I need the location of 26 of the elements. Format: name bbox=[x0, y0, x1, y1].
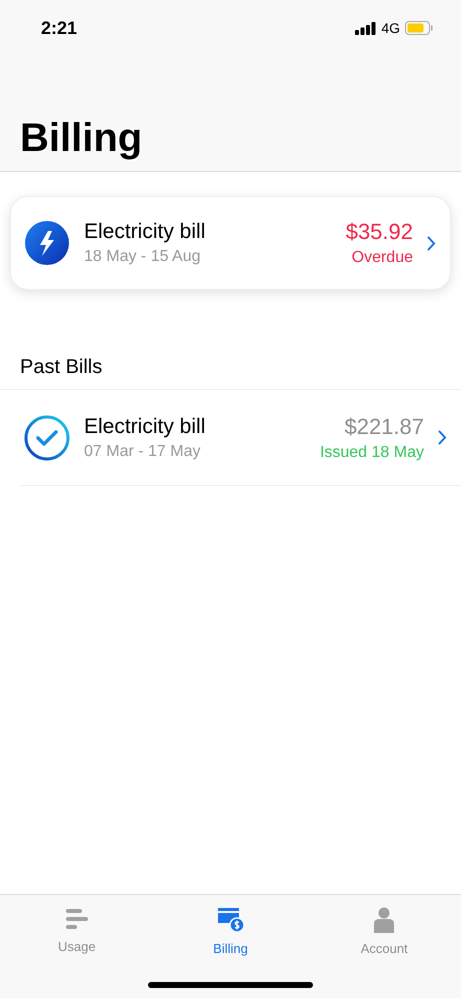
chevron-right-icon bbox=[427, 236, 436, 250]
chevron-right-icon bbox=[438, 430, 447, 445]
section-title: Past Bills bbox=[0, 290, 461, 390]
bill-period: 18 May - 15 Aug bbox=[84, 248, 202, 266]
bill-status: Overdue bbox=[352, 249, 413, 267]
lightning-icon bbox=[24, 220, 70, 266]
bill-amount: $221.87 bbox=[344, 414, 424, 440]
tab-item[interactable]: Usage bbox=[0, 895, 154, 959]
card-dollar-icon bbox=[218, 907, 244, 933]
page-title: Billing bbox=[19, 115, 144, 162]
network-label: 4G bbox=[381, 20, 400, 36]
signal-icon bbox=[355, 22, 376, 34]
bill-name: Electricity bill bbox=[84, 220, 206, 244]
bill-status: Issued 18 May bbox=[320, 444, 424, 462]
bill-period: 07 Mar - 17 May bbox=[84, 442, 202, 460]
status-time: 2:21 bbox=[41, 18, 78, 38]
tab-item[interactable]: Billing bbox=[154, 895, 308, 959]
bill-row[interactable]: Electricity bill 07 Mar - 17 May $221.87 Issued 18 May bbox=[20, 390, 461, 486]
bill-name: Electricity bill bbox=[84, 414, 206, 438]
bill-card[interactable]: Electricity bill 18 May - 15 Aug $35.92 Overdue bbox=[10, 196, 451, 290]
bars-icon bbox=[64, 907, 89, 931]
tab-item[interactable]: Account bbox=[307, 895, 461, 959]
checkmark-icon bbox=[24, 414, 70, 460]
bill-amount: $35.92 bbox=[346, 219, 413, 245]
person-icon bbox=[374, 907, 394, 933]
battery-icon bbox=[405, 21, 433, 35]
